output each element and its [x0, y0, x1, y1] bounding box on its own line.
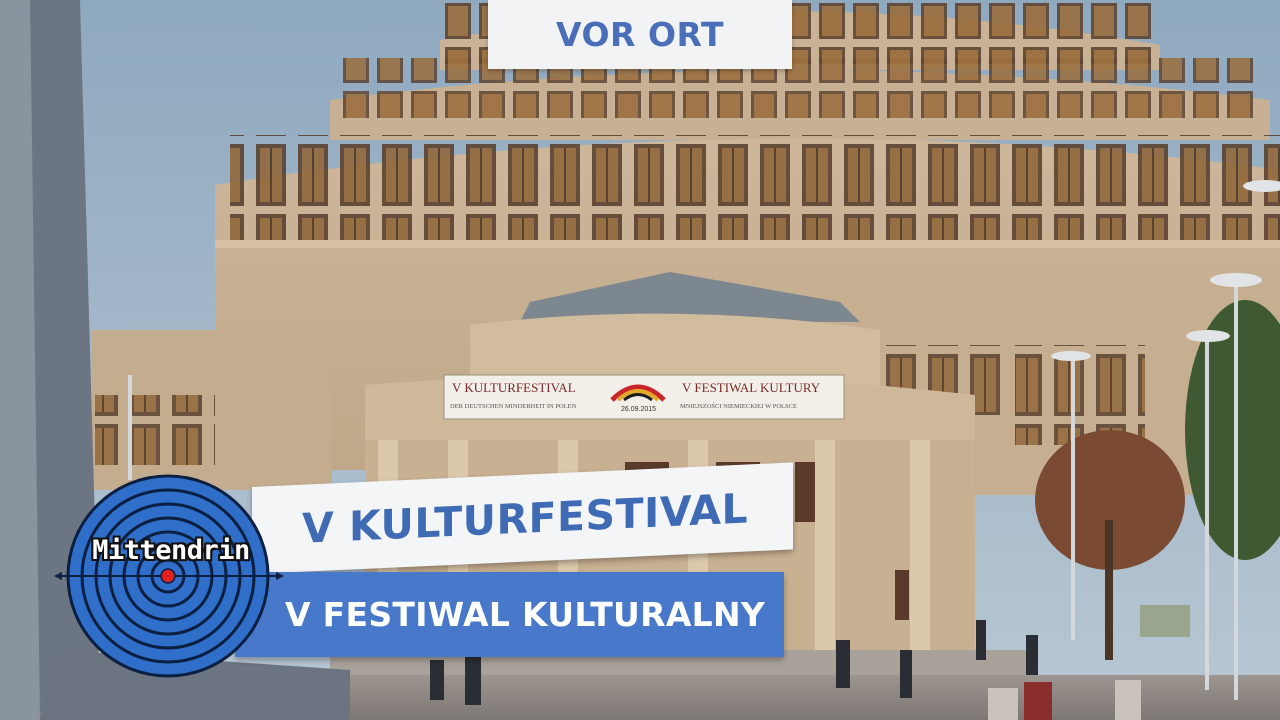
section-tag-label: VOR ORT — [556, 15, 724, 54]
banner-right-title: V FESTIWAL KULTURY — [682, 380, 821, 395]
banner-date: 26.09.2015 — [621, 406, 656, 413]
banner-left-title: V KULTURFESTIVAL — [452, 380, 576, 395]
section-tag: VOR ORT — [488, 0, 792, 69]
banner-right-sub: MNIEJSZOŚCI NIEMIECKIEJ W POLSCE — [680, 402, 797, 410]
logo-wordmark: Mittendrin — [92, 535, 250, 566]
lower-third-subtitle-bar: V FESTIWAL KULTURALNY — [235, 572, 784, 657]
target-rings-icon — [54, 474, 284, 678]
lower-third-title: V KULTURFESTIVAL — [302, 483, 749, 553]
lower-third-subtitle: V FESTIWAL KULTURALNY — [285, 595, 766, 634]
mittendrin-logo: Mittendrin — [50, 473, 290, 683]
banner-left-sub: DER DEUTSCHEN MINDERHEIT IN POLEN — [450, 403, 577, 410]
